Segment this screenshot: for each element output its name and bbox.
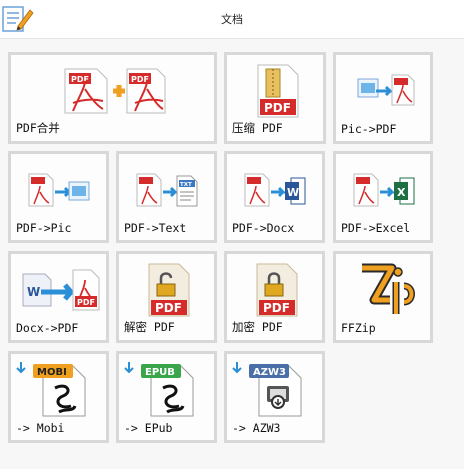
tile-label: 压缩 PDF <box>232 121 283 135</box>
tile-pdf-to-excel[interactable]: X PDF->Excel <box>333 151 433 243</box>
tile-pdf-compress[interactable]: PDF 压缩 PDF <box>224 52 326 144</box>
tile-pdf-encrypt[interactable]: PDF 加密 PDF <box>224 251 325 343</box>
icon-text-azw3: AZW3 <box>253 367 286 378</box>
tool-grid: PDF PDF PDF合并 PDF 压缩 PDF Pic->PDF PDF->P… <box>0 39 464 469</box>
tile-label: Docx->PDF <box>16 321 79 335</box>
tile-pdf-merge[interactable]: PDF PDF PDF合并 <box>8 52 217 144</box>
pdf-compress-icon: PDF <box>257 64 299 118</box>
pdf-encrypt-icon: PDF <box>256 263 298 317</box>
pdf-merge-icon: PDF PDF <box>64 68 166 114</box>
pdf-to-pic-icon <box>28 173 90 207</box>
tile-label: Pic->PDF <box>341 122 397 136</box>
tile-label: PDF->Docx <box>232 221 295 235</box>
pdf-decrypt-icon: PDF <box>148 263 190 317</box>
pdf-to-excel-icon: X <box>353 173 415 207</box>
tile-label: PDF->Excel <box>341 221 411 235</box>
tile-ffzip[interactable]: FFZip <box>333 251 433 343</box>
to-epub-icon: EPUB <box>124 362 194 417</box>
ffzip-icon <box>362 263 415 314</box>
icon-text-pdf: PDF <box>155 301 182 315</box>
pdf-to-docx-icon: W <box>244 173 306 207</box>
tile-label: PDF->Text <box>124 221 187 235</box>
svg-text:PDF: PDF <box>264 101 291 115</box>
tile-docx-to-pdf[interactable]: W PDF Docx->PDF <box>8 251 109 343</box>
tile-to-mobi[interactable]: MOBI -> Mobi <box>8 351 109 443</box>
tile-pdf-to-pic[interactable]: PDF->Pic <box>8 151 109 243</box>
tile-pdf-to-text[interactable]: TXT PDF->Text <box>116 151 217 243</box>
tile-pdf-decrypt[interactable]: PDF 解密 PDF <box>116 251 217 343</box>
tile-label: FFZip <box>341 321 376 335</box>
pic-to-pdf-icon <box>357 74 415 106</box>
svg-text:W: W <box>27 285 40 299</box>
to-mobi-icon: MOBI <box>16 362 86 417</box>
svg-text:PDF: PDF <box>77 298 95 307</box>
tile-to-azw3[interactable]: AZW3 -> AZW3 <box>224 351 325 443</box>
title-bar: 文档 <box>0 0 464 39</box>
tile-pdf-to-docx[interactable]: W PDF->Docx <box>224 151 325 243</box>
tile-label: 加密 PDF <box>232 320 283 334</box>
svg-text:PDF: PDF <box>71 75 89 84</box>
to-azw3-icon: AZW3 <box>232 362 302 417</box>
tile-pic-to-pdf[interactable]: Pic->PDF <box>333 52 433 144</box>
icon-text-word: W <box>287 186 299 199</box>
docx-to-pdf-icon: W PDF <box>22 269 100 311</box>
svg-text:PDF: PDF <box>263 301 290 315</box>
pdf-to-text-icon: TXT <box>136 173 198 207</box>
window-title: 文档 <box>221 13 243 26</box>
tile-label: -> Mobi <box>16 421 65 435</box>
icon-text-txt: TXT <box>180 182 192 188</box>
icon-text-excel: X <box>397 186 406 199</box>
icon-text-mobi: MOBI <box>37 367 67 378</box>
tile-label: PDF合并 <box>16 121 60 135</box>
tile-label: -> EPub <box>124 421 173 435</box>
tile-label: PDF->Pic <box>16 221 72 235</box>
tile-label: -> AZW3 <box>232 421 281 435</box>
tile-to-epub[interactable]: EPUB -> EPub <box>116 351 217 443</box>
icon-text-epub: EPUB <box>145 367 175 378</box>
tile-label: 解密 PDF <box>124 320 175 334</box>
